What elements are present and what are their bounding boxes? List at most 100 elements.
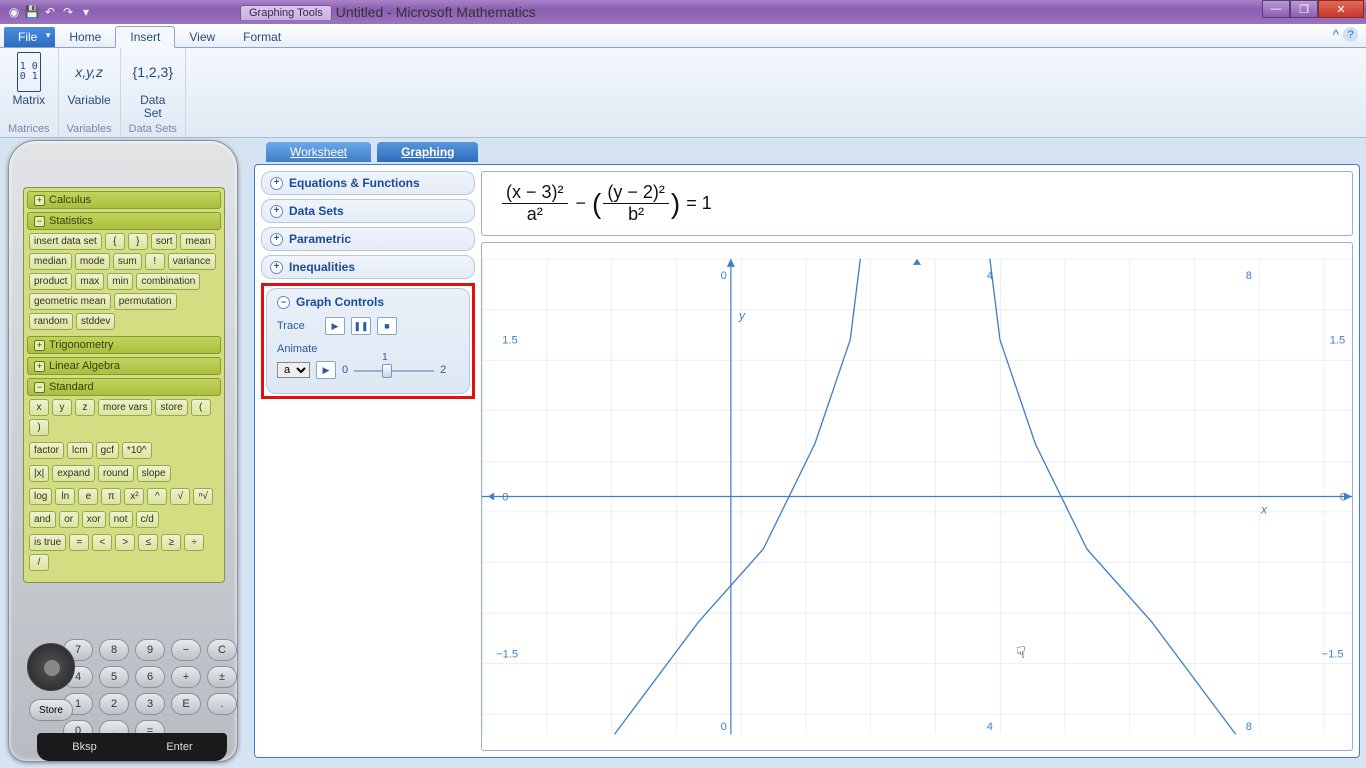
calc-button[interactable]: random	[29, 313, 73, 330]
calc-button[interactable]: /	[29, 554, 49, 571]
calc-button[interactable]: slope	[137, 465, 171, 482]
calc-button[interactable]: product	[29, 273, 72, 290]
trace-stop-button[interactable]: ■	[377, 317, 397, 335]
dataset-button[interactable]: {1,2,3} Data Set	[133, 52, 174, 120]
graph-canvas[interactable]: 0 4 8 0 4 8 1.5 1.5 0 0 −1.5 −1.5 x y	[481, 242, 1353, 751]
calc-button[interactable]: round	[98, 465, 134, 482]
tab-format[interactable]: Format	[229, 27, 295, 47]
calc-button[interactable]: insert data set	[29, 233, 102, 250]
calc-button[interactable]: expand	[52, 465, 95, 482]
tab-graphing[interactable]: Graphing	[377, 142, 478, 162]
numpad-button[interactable]: 6	[135, 666, 165, 688]
numpad-button[interactable]: +	[171, 666, 201, 688]
calc-button[interactable]: ⁿ√	[193, 488, 213, 505]
category-calculus[interactable]: +Calculus	[27, 191, 221, 209]
ribbon-collapse-icon[interactable]: ^	[1333, 27, 1339, 42]
calc-button[interactable]: or	[59, 511, 79, 528]
calc-button[interactable]: mode	[75, 253, 110, 270]
calc-button[interactable]: min	[107, 273, 133, 290]
category-statistics[interactable]: −Statistics	[27, 212, 221, 230]
trace-pause-button[interactable]: ❚❚	[351, 317, 371, 335]
calc-button[interactable]: z	[75, 399, 95, 416]
numpad-button[interactable]: 8	[99, 639, 129, 661]
numpad-button[interactable]: ±	[207, 666, 237, 688]
help-icon[interactable]: ?	[1343, 27, 1358, 42]
maximize-button[interactable]: ❐	[1290, 0, 1318, 18]
calc-button[interactable]: sum	[113, 253, 142, 270]
category-standard[interactable]: −Standard	[27, 378, 221, 396]
contextual-tab-graphing-tools[interactable]: Graphing Tools	[240, 5, 332, 20]
calc-button[interactable]: factor	[29, 442, 64, 459]
calc-button[interactable]: lcm	[67, 442, 93, 459]
category-trigonometry[interactable]: +Trigonometry	[27, 336, 221, 354]
numpad-button[interactable]: 9	[135, 639, 165, 661]
tab-view[interactable]: View	[175, 27, 229, 47]
calc-button[interactable]: *10^	[122, 442, 152, 459]
calc-button[interactable]: e	[78, 488, 98, 505]
matrix-button[interactable]: 1 00 1 Matrix	[12, 52, 45, 107]
animate-slider[interactable]: 1	[354, 364, 434, 376]
acc-datasets[interactable]: +Data Sets	[261, 199, 475, 223]
numpad-button[interactable]: −	[171, 639, 201, 661]
store-button[interactable]: Store	[29, 699, 73, 721]
calc-button[interactable]: !	[145, 253, 165, 270]
animate-variable-select[interactable]: a	[277, 362, 310, 378]
trace-play-button[interactable]: ▶	[325, 317, 345, 335]
calc-button[interactable]: }	[128, 233, 148, 250]
calc-button[interactable]: π	[101, 488, 121, 505]
calc-button[interactable]: store	[155, 399, 187, 416]
calc-button[interactable]: ^	[147, 488, 167, 505]
calc-button[interactable]: ln	[55, 488, 75, 505]
calc-button[interactable]: <	[92, 534, 112, 551]
calc-button[interactable]: stddev	[76, 313, 115, 330]
calc-button[interactable]: x²	[124, 488, 144, 505]
calc-button[interactable]: max	[75, 273, 104, 290]
calc-button[interactable]: log	[29, 488, 52, 505]
calc-button[interactable]: )	[29, 419, 49, 436]
calc-button[interactable]: gcf	[96, 442, 119, 459]
calc-button[interactable]: more vars	[98, 399, 152, 416]
minimize-button[interactable]: —	[1262, 0, 1290, 18]
calc-button[interactable]: xor	[82, 511, 106, 528]
calc-button[interactable]: ≥	[161, 534, 181, 551]
calc-button[interactable]: permutation	[114, 293, 177, 310]
calc-button[interactable]: √	[170, 488, 190, 505]
numpad-button[interactable]: 2	[99, 693, 129, 715]
acc-equations[interactable]: +Equations & Functions	[261, 171, 475, 195]
tab-insert[interactable]: Insert	[115, 26, 175, 48]
numpad-button[interactable]: 5	[99, 666, 129, 688]
calc-button[interactable]: {	[105, 233, 125, 250]
undo-icon[interactable]: ↶	[42, 4, 58, 20]
calc-button[interactable]: sort	[151, 233, 178, 250]
calc-button[interactable]: x	[29, 399, 49, 416]
calc-button[interactable]: median	[29, 253, 72, 270]
calc-button[interactable]: is true	[29, 534, 66, 551]
numpad-button[interactable]: 3	[135, 693, 165, 715]
calc-button[interactable]: combination	[136, 273, 200, 290]
backspace-button[interactable]: Bksp	[37, 733, 132, 761]
tab-worksheet[interactable]: Worksheet	[266, 142, 371, 162]
close-button[interactable]: ✕	[1318, 0, 1364, 18]
numpad-button[interactable]: E	[171, 693, 201, 715]
calc-button[interactable]: y	[52, 399, 72, 416]
animate-play-button[interactable]: ▶	[316, 361, 336, 379]
calc-button[interactable]: >	[115, 534, 135, 551]
direction-pad[interactable]	[27, 643, 75, 691]
enter-button[interactable]: Enter	[132, 733, 227, 761]
calc-button[interactable]: mean	[180, 233, 215, 250]
acc-parametric[interactable]: +Parametric	[261, 227, 475, 251]
tab-file[interactable]: File	[4, 27, 55, 47]
calc-button[interactable]: ÷	[184, 534, 204, 551]
calc-button[interactable]: not	[109, 511, 133, 528]
tab-home[interactable]: Home	[55, 27, 115, 47]
calc-button[interactable]: (	[191, 399, 211, 416]
redo-icon[interactable]: ↷	[60, 4, 76, 20]
calc-button[interactable]: variance	[168, 253, 216, 270]
qat-more-icon[interactable]: ▾	[78, 4, 94, 20]
calc-button[interactable]: ≤	[138, 534, 158, 551]
save-icon[interactable]: 💾	[24, 4, 40, 20]
numpad-button[interactable]: C	[207, 639, 237, 661]
category-linear-algebra[interactable]: +Linear Algebra	[27, 357, 221, 375]
calc-button[interactable]: geometric mean	[29, 293, 111, 310]
acc-inequalities[interactable]: +Inequalities	[261, 255, 475, 279]
